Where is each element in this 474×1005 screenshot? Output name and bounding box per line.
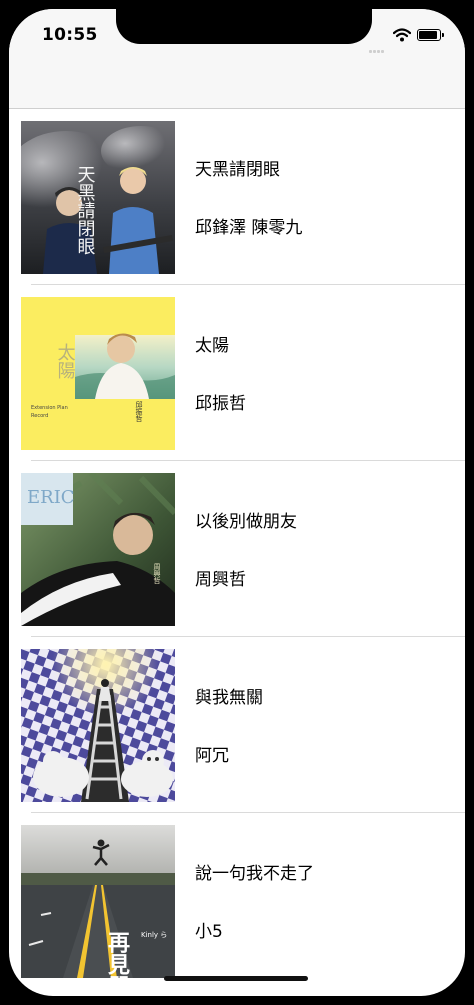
artwork-sub-text: Extension Plan: [31, 405, 68, 411]
album-artwork-image: [21, 649, 175, 802]
battery-icon: [417, 29, 444, 41]
home-indicator[interactable]: [164, 976, 308, 981]
album-artwork-image: 天黑請閉眼: [21, 121, 175, 274]
artwork-title-text: 天黑請閉眼: [75, 165, 96, 255]
artwork-sub-text: Record: [31, 413, 48, 419]
artwork-title-text: 太陽: [55, 343, 76, 380]
song-artist: 周興哲: [195, 570, 246, 590]
device-notch: [116, 9, 372, 44]
phone-screen: 10:55 天黑請閉眼 天黑請閉眼 邱鋒澤 陳零九 太陽 Extension P…: [9, 9, 465, 996]
status-time: 10:55: [42, 25, 98, 45]
song-row[interactable]: 再見單純 Kinly ら 說一句我不走了 小5: [9, 813, 465, 989]
artwork-title-text: 再見單純: [104, 931, 130, 978]
song-title: 說一句我不走了: [195, 864, 314, 884]
album-artwork-image: ERIC 周興哲: [21, 473, 175, 626]
song-row[interactable]: 與我無關 阿冗: [9, 637, 465, 813]
signal-bars-icon: [369, 38, 389, 53]
song-artist: 阿冗: [195, 746, 229, 766]
artwork-sign-text: Kinly ら: [141, 931, 167, 939]
artwork-artist-text: 周興哲: [153, 563, 161, 585]
song-title: 與我無關: [195, 688, 263, 708]
song-title: 太陽: [195, 336, 229, 356]
song-row[interactable]: 天黑請閉眼 天黑請閉眼 邱鋒澤 陳零九: [9, 109, 465, 285]
song-row[interactable]: 太陽 Extension Plan Record 邱振哲 太陽 邱振哲: [9, 285, 465, 461]
song-title: 天黑請閉眼: [195, 160, 280, 180]
song-artist: 小5: [195, 922, 223, 942]
battery-level: [419, 31, 437, 39]
song-artist: 邱鋒澤 陳零九: [195, 218, 303, 238]
wifi-icon: [392, 27, 412, 42]
song-artist: 邱振哲: [195, 394, 246, 414]
song-row[interactable]: ERIC 周興哲 以後別做朋友 周興哲: [9, 461, 465, 637]
album-artwork-image: 太陽 Extension Plan Record 邱振哲: [21, 297, 175, 450]
album-artwork-image: 再見單純 Kinly ら: [21, 825, 175, 978]
song-title: 以後別做朋友: [195, 512, 297, 532]
artwork-logo-text: ERIC: [27, 487, 75, 508]
artwork-artist-text: 邱振哲: [135, 401, 143, 423]
song-list: 天黑請閉眼 天黑請閉眼 邱鋒澤 陳零九 太陽 Extension Plan Re…: [9, 109, 465, 989]
